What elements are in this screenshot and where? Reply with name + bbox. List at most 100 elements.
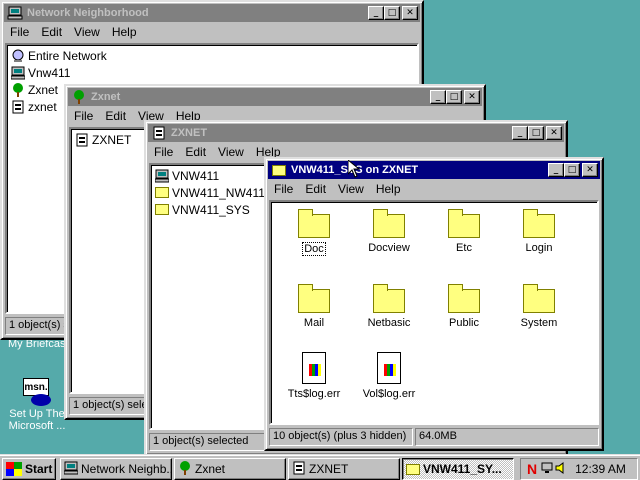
msn-icon: msn. <box>21 376 53 408</box>
desktop-icon-msn[interactable]: msn. Set Up The Microsoft ... <box>2 376 72 432</box>
folder-icon <box>448 209 480 238</box>
folder-item-doc[interactable]: Doc <box>279 208 349 256</box>
folder-icon <box>523 209 555 238</box>
zxnet-titlebar[interactable]: Zxnet _ □ ✕ <box>68 88 482 106</box>
folder-icon <box>406 463 420 475</box>
taskbar-button-zxnet-server[interactable]: ZXNET <box>288 458 400 480</box>
folder-label: Login <box>525 242 553 254</box>
menu-edit[interactable]: Edit <box>99 109 132 123</box>
tree-icon <box>10 82 26 98</box>
network-globe-icon <box>10 48 26 64</box>
folder-label: Netbasic <box>367 317 411 329</box>
msn-label-line1: Set Up The <box>9 408 65 420</box>
minimize-button[interactable]: _ <box>548 163 564 177</box>
folder-item-login[interactable]: Login <box>504 208 574 254</box>
system-tray: N 12:39 AM <box>520 458 638 480</box>
network-neighborhood-titlebar[interactable]: Network Neighborhood _ □ ✕ <box>4 4 420 22</box>
tree-icon <box>178 460 192 478</box>
folder-label: Etc <box>456 242 472 254</box>
window-title: Zxnet <box>91 91 121 103</box>
menubar: File Edit View Help <box>4 23 420 41</box>
folder-label: Doc <box>302 242 326 256</box>
computer-icon <box>10 65 26 81</box>
status-text: 1 object(s) selec <box>69 397 149 415</box>
taskbar-button-zxnet-tree[interactable]: Zxnet <box>174 458 286 480</box>
list-item-label: VNW411 <box>172 168 220 183</box>
menubar: File Edit View Help <box>268 180 600 198</box>
taskbar-button-label: Zxnet <box>195 462 226 476</box>
windows-logo-icon <box>6 462 22 476</box>
minimize-button[interactable]: _ <box>512 126 528 140</box>
menu-edit[interactable]: Edit <box>179 145 212 159</box>
volume-icon[interactable] <box>555 461 567 477</box>
close-button[interactable]: ✕ <box>402 6 418 20</box>
status-bar: 10 object(s) (plus 3 hidden) 64.0MB <box>269 428 599 446</box>
maximize-button[interactable]: □ <box>528 126 544 140</box>
list-item[interactable]: Vnw411 <box>7 64 417 81</box>
menu-view[interactable]: View <box>68 25 106 39</box>
sys-volume-titlebar[interactable]: VNW411_SYS on ZXNET _ □ ✕ <box>268 161 600 179</box>
close-button[interactable]: ✕ <box>546 126 562 140</box>
folder-label: Public <box>449 317 479 329</box>
folder-item-etc[interactable]: Etc <box>429 208 499 254</box>
zxnet-server-titlebar[interactable]: ZXNET _ □ ✕ <box>148 124 564 142</box>
computer-icon <box>7 6 23 20</box>
sys-volume-window[interactable]: VNW411_SYS on ZXNET _ □ ✕ File Edit View… <box>264 157 604 451</box>
menu-help[interactable]: Help <box>370 182 407 196</box>
computer-icon <box>154 168 170 184</box>
netware-icon[interactable]: N <box>527 461 537 477</box>
mouse-cursor-icon <box>347 158 361 181</box>
msn-label-line2: Microsoft ... <box>8 420 66 432</box>
network-tray-icon[interactable] <box>541 462 553 477</box>
start-button[interactable]: Start <box>2 458 56 480</box>
clock[interactable]: 12:39 AM <box>575 462 626 476</box>
taskbar-button-sys-volume[interactable]: VNW411_SY... <box>402 458 514 480</box>
folder-icon <box>154 202 170 218</box>
list-item[interactable]: Entire Network <box>7 47 417 64</box>
menu-help[interactable]: Help <box>106 25 143 39</box>
server-icon <box>10 99 26 115</box>
window-title: ZXNET <box>171 127 208 139</box>
folder-item-public[interactable]: Public <box>429 283 499 329</box>
status-text: 1 object(s) se <box>5 317 67 335</box>
close-button[interactable]: ✕ <box>582 163 598 177</box>
menu-edit[interactable]: Edit <box>299 182 332 196</box>
server-icon <box>151 126 167 140</box>
maximize-button[interactable]: □ <box>446 90 462 104</box>
minimize-button[interactable]: _ <box>430 90 446 104</box>
file-item-vol-log[interactable]: Vol$log.err <box>354 352 424 400</box>
folder-item-system[interactable]: System <box>504 283 574 329</box>
status-text: 1 object(s) selected <box>149 433 267 451</box>
list-item-label: ZXNET <box>92 132 132 147</box>
maximize-button[interactable]: □ <box>564 163 580 177</box>
taskbar: Start Network Neighb... Zxnet ZXNET VNW4… <box>0 454 640 480</box>
minimize-button[interactable]: _ <box>368 6 384 20</box>
folder-icon <box>298 209 330 238</box>
folder-icon <box>298 284 330 313</box>
file-item-tts-log[interactable]: Tts$log.err <box>279 352 349 400</box>
folder-item-netbasic[interactable]: Netbasic <box>354 283 424 329</box>
close-button[interactable]: ✕ <box>464 90 480 104</box>
file-label: Tts$log.err <box>287 388 341 400</box>
menu-file[interactable]: File <box>4 25 35 39</box>
taskbar-button-label: VNW411_SY... <box>423 462 502 476</box>
folder-icon <box>448 284 480 313</box>
folder-item-mail[interactable]: Mail <box>279 283 349 329</box>
menu-file[interactable]: File <box>68 109 99 123</box>
menu-view[interactable]: View <box>332 182 370 196</box>
tree-icon <box>71 90 87 104</box>
menu-file[interactable]: File <box>268 182 299 196</box>
taskbar-button-network[interactable]: Network Neighb... <box>60 458 172 480</box>
menu-file[interactable]: File <box>148 145 179 159</box>
list-item-label: Vnw411 <box>28 65 71 80</box>
menu-view[interactable]: View <box>212 145 250 159</box>
folder-item-docview[interactable]: Docview <box>354 208 424 254</box>
menu-edit[interactable]: Edit <box>35 25 68 39</box>
start-label: Start <box>25 462 53 476</box>
folder-icon <box>523 284 555 313</box>
status-objects: 10 object(s) (plus 3 hidden) <box>269 428 413 446</box>
document-icon <box>377 352 401 384</box>
folder-label: System <box>520 317 558 329</box>
document-icon <box>302 352 326 384</box>
maximize-button[interactable]: □ <box>384 6 400 20</box>
